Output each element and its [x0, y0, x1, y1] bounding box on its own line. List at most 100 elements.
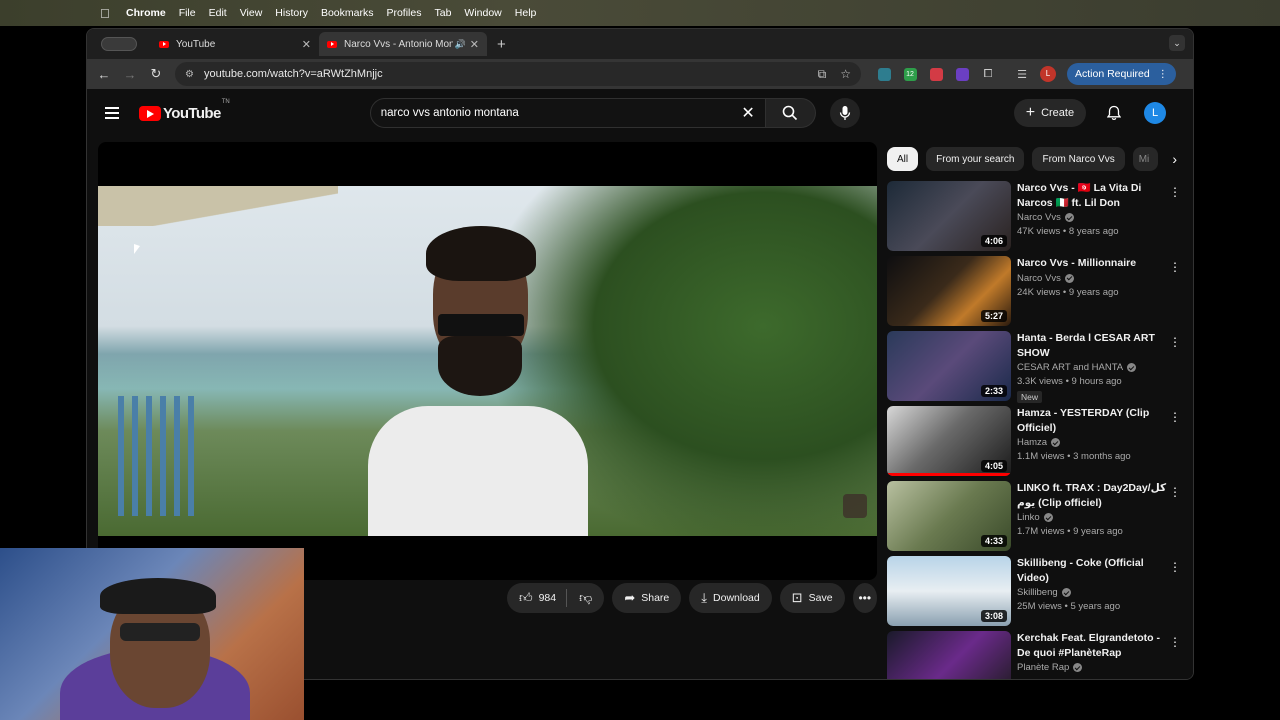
more-options-icon[interactable]: ⋮ [1169, 560, 1181, 574]
more-options-icon[interactable]: ⋮ [1169, 410, 1181, 424]
video-thumbnail[interactable] [887, 631, 1011, 679]
profile-avatar[interactable]: L [1037, 65, 1059, 83]
tab-youtube[interactable]: YouTube ✕ [151, 32, 319, 56]
video-title[interactable]: LINKO ft. TRAX : Day2Day/كل يوم (Clip of… [1017, 481, 1167, 510]
more-options-icon[interactable]: ⋮ [1169, 335, 1181, 349]
browser-toolbar: ← → ↻ ⚙ youtube.com/watch?v=aRWtZhMnjjc … [87, 59, 1193, 89]
video-title[interactable]: Kerchak Feat. Elgrandetoto - De quoi #Pl… [1017, 631, 1167, 660]
extension-badge-icon[interactable]: 12 [899, 65, 921, 83]
like-count[interactable]: 984 [539, 592, 557, 604]
channel-name[interactable]: Narco Vvs [1017, 273, 1061, 284]
channel-name[interactable]: Narco Vvs [1017, 212, 1061, 223]
save-button[interactable]: ⊡ Save [779, 583, 845, 613]
extension-screen-icon[interactable] [873, 65, 895, 83]
recommendations-list: 4:06 Narco Vvs - 🇹🇳 La Vita Di Narcos 🇮🇹… [887, 181, 1187, 679]
channel-name[interactable]: Planète Rap [1017, 662, 1069, 673]
menu-profiles[interactable]: Profiles [386, 7, 421, 19]
menu-tab[interactable]: Tab [434, 7, 451, 19]
share-button[interactable]: ➦ Share [612, 583, 682, 613]
duration-badge: 4:33 [980, 535, 1007, 547]
speaker-icon[interactable]: 🔊 [455, 39, 466, 50]
video-title[interactable]: Hamza - YESTERDAY (Clip Officiel) [1017, 406, 1167, 435]
notifications-bell-icon[interactable] [1100, 99, 1128, 127]
view-stats: 1.1M views • 3 months ago [1017, 451, 1131, 462]
channel-watermark[interactable] [843, 494, 867, 518]
site-info-icon[interactable]: ⚙ [185, 69, 194, 80]
hamburger-menu-icon[interactable] [105, 104, 119, 122]
youtube-play-icon [139, 105, 161, 121]
menu-dots-icon[interactable]: ⋮ [1158, 69, 1168, 80]
forward-arrow-icon[interactable]: → [117, 67, 143, 82]
search-input[interactable]: narco vvs antonio montana ✕ [369, 98, 766, 128]
chip-from-search[interactable]: From your search [926, 147, 1025, 171]
list-item[interactable]: 3:08 Skillibeng - Coke (Official Video) … [887, 556, 1187, 631]
menu-view[interactable]: View [240, 7, 263, 19]
chip-more[interactable]: Mi [1132, 147, 1159, 171]
thumbs-down-icon[interactable]: 👎︎ [567, 590, 604, 606]
more-actions-icon[interactable]: ••• [852, 583, 877, 613]
more-options-icon[interactable]: ⋮ [1169, 485, 1181, 499]
chip-all[interactable]: All [887, 147, 919, 171]
extension-purple-icon[interactable] [951, 65, 973, 83]
video-thumbnail[interactable]: 3:08 [887, 556, 1011, 626]
voice-search-button[interactable] [829, 98, 860, 128]
more-options-icon[interactable]: ⋮ [1169, 185, 1181, 199]
reading-list-icon[interactable]: ☰ [1011, 65, 1033, 83]
reload-icon[interactable]: ↻ [143, 66, 169, 82]
action-required-button[interactable]: Action Required ⋮ [1067, 63, 1176, 85]
back-arrow-icon[interactable]: ← [91, 67, 117, 82]
list-item[interactable]: 5:27 Narco Vvs - Millionnaire Narco Vvs … [887, 256, 1187, 331]
video-thumbnail[interactable]: 4:05 [887, 406, 1011, 476]
chip-from-channel[interactable]: From Narco Vvs [1032, 147, 1125, 171]
tab-search-chevron-icon[interactable]: ⌄ [1169, 35, 1185, 51]
close-tab-icon[interactable]: ✕ [302, 38, 311, 51]
thumbs-up-icon[interactable]: 👍︎ [519, 590, 533, 606]
menu-window[interactable]: Window [464, 7, 501, 19]
search-button[interactable] [765, 98, 816, 128]
bookmark-star-icon[interactable]: ☆ [840, 67, 851, 81]
verified-check-icon [1043, 513, 1053, 522]
video-title[interactable]: Skillibeng - Coke (Official Video) [1017, 556, 1167, 585]
user-avatar[interactable]: L [1144, 102, 1167, 124]
new-tab-button[interactable]: + [497, 36, 506, 53]
youtube-logo[interactable]: YouTube TN [139, 99, 230, 122]
menu-help[interactable]: Help [515, 7, 537, 19]
tab-current-video[interactable]: Narco Vvs - Antonio Mont 🔊 ✕ [319, 32, 487, 56]
more-options-icon[interactable]: ⋮ [1169, 635, 1181, 649]
extension-red-icon[interactable] [925, 65, 947, 83]
video-thumbnail[interactable]: 4:06 [887, 181, 1011, 251]
extensions-puzzle-icon[interactable]: ⧠ [977, 65, 999, 83]
chevron-right-icon[interactable]: › [1172, 151, 1177, 167]
menu-bookmarks[interactable]: Bookmarks [321, 7, 374, 19]
list-item[interactable]: 4:06 Narco Vvs - 🇹🇳 La Vita Di Narcos 🇮🇹… [887, 181, 1187, 256]
video-thumbnail[interactable]: 4:33 [887, 481, 1011, 551]
video-player[interactable] [98, 142, 877, 580]
clear-search-icon[interactable]: ✕ [741, 103, 754, 123]
menu-edit[interactable]: Edit [209, 7, 227, 19]
install-app-icon[interactable]: ⧉ [818, 67, 827, 82]
tab-group-icon[interactable] [101, 37, 137, 51]
channel-name[interactable]: Linko [1017, 512, 1040, 523]
menu-file[interactable]: File [179, 7, 196, 19]
video-title[interactable]: Hanta - Berda l CESAR ART SHOW [1017, 331, 1167, 360]
list-item[interactable]: 2:33 Hanta - Berda l CESAR ART SHOW CESA… [887, 331, 1187, 406]
more-options-icon[interactable]: ⋮ [1169, 260, 1181, 274]
menu-history[interactable]: History [275, 7, 308, 19]
list-item[interactable]: 4:33 LINKO ft. TRAX : Day2Day/كل يوم (Cl… [887, 481, 1187, 556]
apple-icon[interactable]:  [100, 6, 114, 21]
channel-name[interactable]: Skillibeng [1017, 587, 1058, 598]
create-button[interactable]: + Create [1013, 99, 1087, 127]
webcam-overlay [0, 548, 304, 720]
address-bar[interactable]: ⚙ youtube.com/watch?v=aRWtZhMnjjc ⧉ ☆ [175, 62, 861, 86]
download-button[interactable]: ⤓ Download [689, 583, 772, 613]
video-thumbnail[interactable]: 5:27 [887, 256, 1011, 326]
video-title[interactable]: Narco Vvs - 🇹🇳 La Vita Di Narcos 🇮🇹 ft. … [1017, 181, 1167, 210]
list-item[interactable]: 4:05 Hamza - YESTERDAY (Clip Officiel) H… [887, 406, 1187, 481]
video-title[interactable]: Narco Vvs - Millionnaire [1017, 256, 1167, 271]
channel-name[interactable]: Hamza [1017, 437, 1047, 448]
list-item[interactable]: Kerchak Feat. Elgrandetoto - De quoi #Pl… [887, 631, 1187, 679]
close-tab-icon[interactable]: ✕ [470, 38, 479, 51]
channel-name[interactable]: CESAR ART and HANTA [1017, 362, 1123, 373]
video-thumbnail[interactable]: 2:33 [887, 331, 1011, 401]
menu-app-name[interactable]: Chrome [126, 7, 166, 19]
